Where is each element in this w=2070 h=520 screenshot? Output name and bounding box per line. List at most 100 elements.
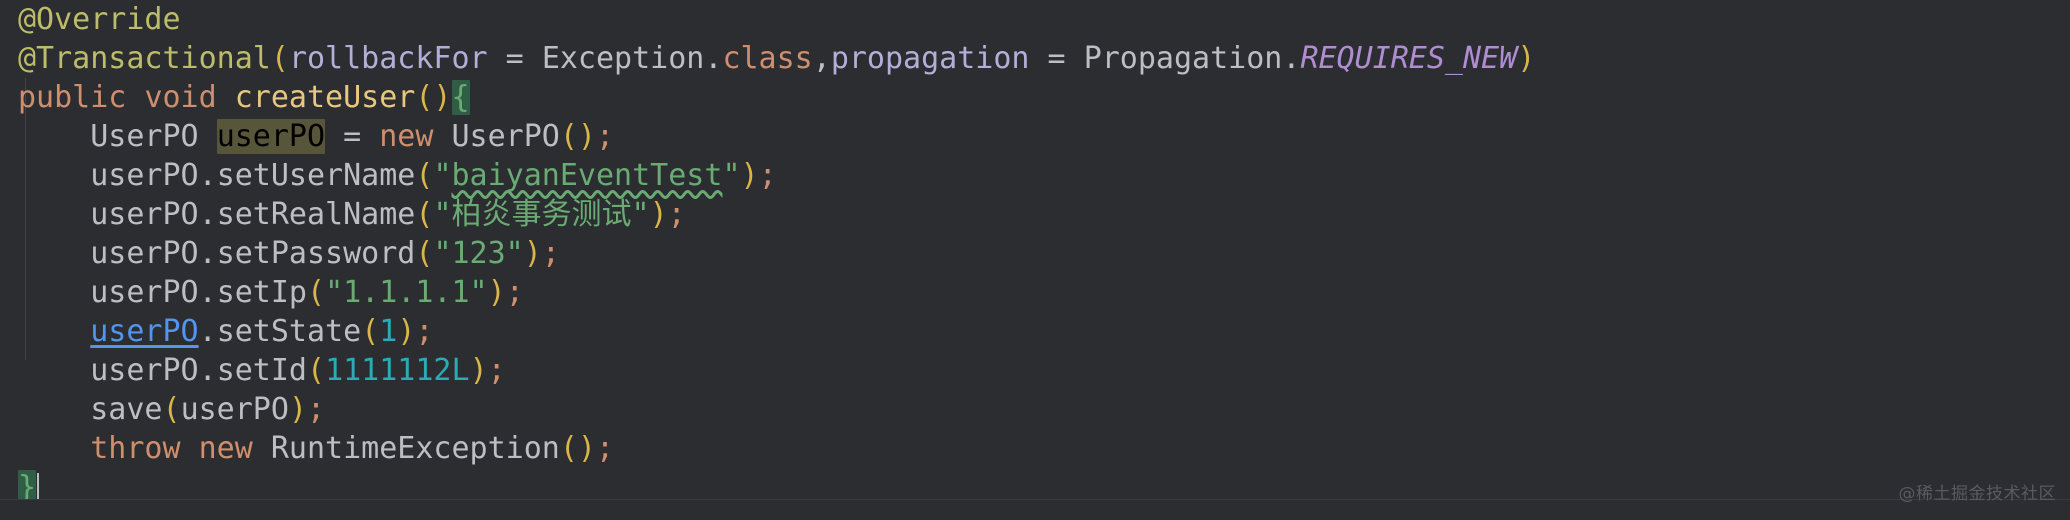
code-token: ; xyxy=(415,314,434,349)
code-line[interactable]: userPO.setIp("1.1.1.1"); xyxy=(0,273,1535,312)
code-token: ; xyxy=(595,431,615,466)
code-token: . xyxy=(198,158,217,193)
code-token: ( xyxy=(415,197,434,232)
code-token: Exception xyxy=(541,41,705,76)
code-line[interactable]: @Transactional(rollbackFor = Exception.c… xyxy=(0,39,1535,78)
code-token: @Transactional xyxy=(18,41,271,76)
watermark-label: @稀土掘金技术社区 xyxy=(1898,484,2056,504)
code-token: . xyxy=(198,236,217,271)
code-token: " xyxy=(631,197,650,232)
code-token: RuntimeException xyxy=(270,431,560,466)
code-token: new xyxy=(379,119,434,154)
code-token: "123" xyxy=(433,236,524,271)
code-line[interactable]: UserPO userPO = new UserPO(); xyxy=(0,117,1535,156)
code-token: ; xyxy=(758,158,777,193)
code-editor-screenshot: @Override @Transactional(rollbackFor = Ex… xyxy=(0,0,2070,520)
code-token: userPO xyxy=(90,236,199,271)
code-token: throw xyxy=(90,431,181,466)
code-token: ; xyxy=(596,119,615,154)
code-token: ) xyxy=(487,275,506,310)
code-token: userPO xyxy=(90,353,199,388)
code-token: ; xyxy=(307,392,326,427)
code-token: . xyxy=(704,41,723,76)
code-token: Propagation xyxy=(1083,41,1283,76)
code-token: propagation xyxy=(830,41,1030,76)
code-token: new xyxy=(198,431,253,466)
code-token: userPO xyxy=(90,314,199,349)
code-token: ) xyxy=(397,314,416,349)
code-token: save xyxy=(90,392,163,427)
code-token: setId xyxy=(216,353,307,388)
code-token: void xyxy=(144,80,217,115)
code-token: ) xyxy=(649,197,668,232)
code-line[interactable]: @Override xyxy=(0,0,1535,39)
code-token: " xyxy=(722,158,741,193)
code-token: () xyxy=(415,80,452,115)
code-token: 1 xyxy=(379,314,398,349)
code-token: userPO xyxy=(90,275,199,310)
code-token: ) xyxy=(523,236,542,271)
code-token: setIp xyxy=(216,275,307,310)
code-token: ; xyxy=(667,197,686,232)
code-line[interactable]: userPO.setState(1); xyxy=(0,312,1535,351)
code-token: () xyxy=(559,431,596,466)
code-token: ) xyxy=(288,392,307,427)
code-token: , xyxy=(812,41,831,76)
code-token: ; xyxy=(487,353,506,388)
code-token: " xyxy=(433,197,452,232)
code-token: { xyxy=(451,80,470,115)
code-token: userPO xyxy=(180,392,289,427)
code-token: class xyxy=(722,41,813,76)
code-token: setState xyxy=(216,314,362,349)
code-line[interactable]: userPO.setId(1111112L); xyxy=(0,351,1535,390)
code-token: userPO xyxy=(216,119,326,154)
code-token: rollbackFor xyxy=(288,41,488,76)
code-token: createUser xyxy=(234,80,416,115)
code-token: REQUIRES_NEW xyxy=(1300,41,1518,76)
code-token: . xyxy=(198,197,217,232)
code-token: " xyxy=(433,158,452,193)
code-token: () xyxy=(559,119,596,154)
code-token: ) xyxy=(1517,41,1536,76)
code-line[interactable]: userPO.setRealName("柏炎事务测试"); xyxy=(0,195,1535,234)
status-strip xyxy=(0,499,2070,520)
code-line[interactable]: userPO.setPassword("123"); xyxy=(0,234,1535,273)
code-line[interactable]: public void createUser(){ xyxy=(0,78,1535,117)
code-token: setPassword xyxy=(216,236,416,271)
code-token: 柏炎事务测试 xyxy=(451,197,632,232)
code-token: ) xyxy=(469,353,488,388)
code-token: public xyxy=(18,80,127,115)
code-token: ; xyxy=(541,236,560,271)
code-token: ( xyxy=(162,392,181,427)
code-token: userPO xyxy=(90,197,199,232)
code-token: ( xyxy=(307,275,326,310)
code-token: = xyxy=(487,41,542,76)
code-token: . xyxy=(1282,41,1301,76)
code-token: ( xyxy=(415,158,434,193)
code-token: . xyxy=(198,314,217,349)
code-line[interactable]: throw new RuntimeException(); xyxy=(0,429,1535,468)
code-token: ( xyxy=(307,353,326,388)
code-content[interactable]: @Override @Transactional(rollbackFor = Ex… xyxy=(0,0,1535,507)
code-line[interactable]: save(userPO); xyxy=(0,390,1535,429)
code-line[interactable]: userPO.setUserName("baiyanEventTest"); xyxy=(0,156,1535,195)
code-token: ; xyxy=(505,275,524,310)
code-token: 1111112L xyxy=(325,353,470,388)
code-token: setRealName xyxy=(216,197,416,232)
editor-surface[interactable]: @Override @Transactional(rollbackFor = Ex… xyxy=(0,0,2070,505)
code-token: ( xyxy=(270,41,289,76)
